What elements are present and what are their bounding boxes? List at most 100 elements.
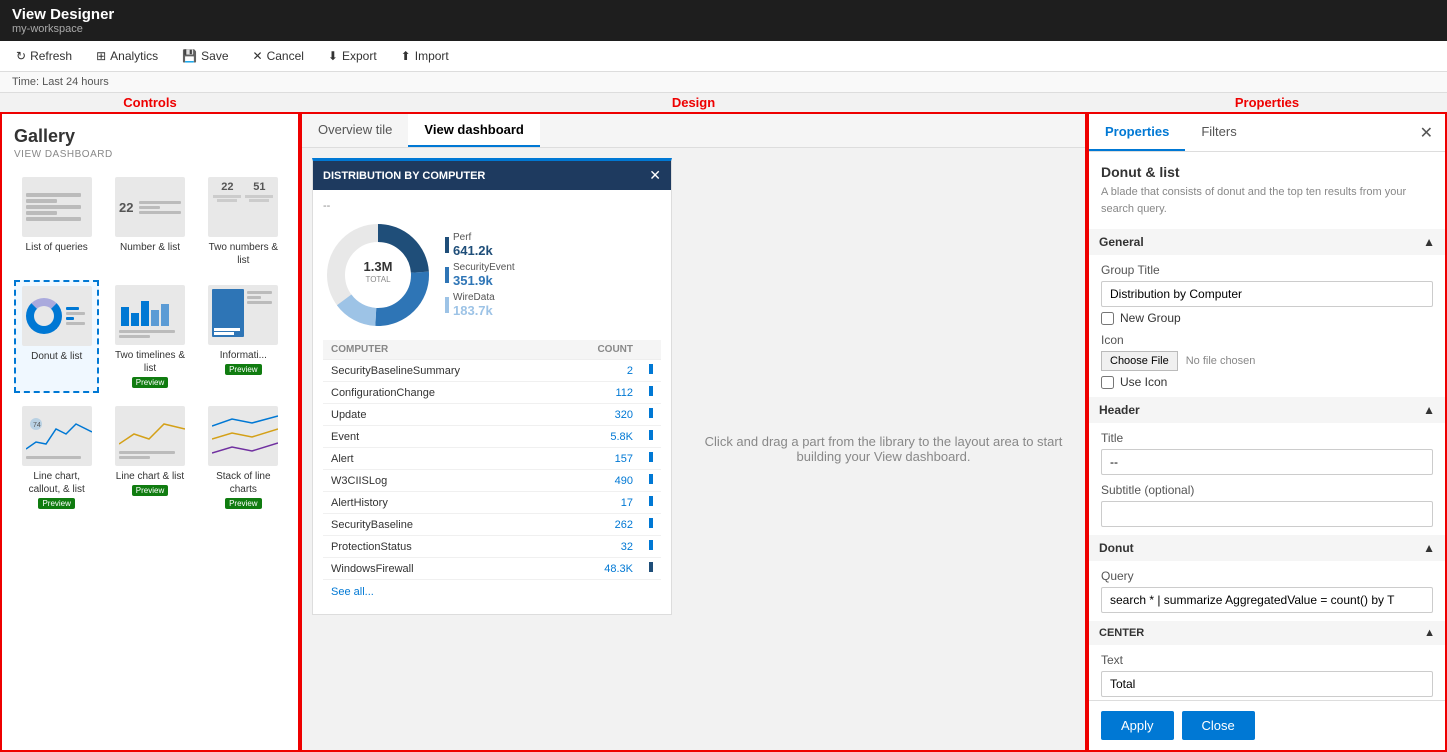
gallery-item-donut-list[interactable]: Donut & list <box>14 280 99 393</box>
gallery-item-two-timelines[interactable]: Two timelines & list Preview <box>107 280 192 393</box>
donut-list-icon <box>22 286 92 346</box>
cancel-icon: ✕ <box>253 49 263 63</box>
refresh-icon: ↻ <box>16 49 26 63</box>
line-callout-preview: Preview <box>38 498 74 509</box>
cell-count: 157 <box>558 448 641 470</box>
legend-bar-wire <box>445 297 449 313</box>
refresh-button[interactable]: ↻ Refresh <box>12 47 76 65</box>
donut-legend: Perf 641.2k SecurityEvent 351.9k <box>445 232 515 318</box>
save-icon: 💾 <box>182 49 197 63</box>
prop-close-button[interactable]: ✕ <box>1408 114 1445 151</box>
title-input[interactable] <box>1101 449 1433 475</box>
apply-button[interactable]: Apply <box>1101 711 1174 740</box>
export-button[interactable]: ⬇ Export <box>324 47 381 65</box>
number-list-label: Number & list <box>120 241 180 254</box>
gallery-grid: List of queries 22 Number & list <box>14 172 286 514</box>
subtitle-input[interactable] <box>1101 501 1433 527</box>
choose-file-button[interactable]: Choose File <box>1101 351 1178 371</box>
stack-lines-preview: Preview <box>225 498 261 509</box>
workspace-label: my-workspace <box>12 23 1435 35</box>
cell-computer: SecurityBaselineSummary <box>323 360 558 382</box>
empty-canvas: Click and drag a part from the library t… <box>682 148 1085 750</box>
line-list-icon <box>115 406 185 466</box>
gallery-item-line-list[interactable]: Line chart & list Preview <box>107 401 192 514</box>
cell-count: 32 <box>558 536 641 558</box>
tile-table: COMPUTER COUNT SecurityBaselineSummary 2… <box>323 340 661 580</box>
table-row: Event 5.8K <box>323 426 661 448</box>
design-area: DISTRIBUTION BY COMPUTER ✕ -- <box>302 148 1085 750</box>
design-tabs: Overview tile View dashboard <box>302 114 1085 148</box>
file-input-row: Choose File No file chosen <box>1101 351 1433 371</box>
svg-text:74: 74 <box>33 422 41 429</box>
line-callout-label: Line chart, callout, & list <box>19 470 94 496</box>
controls-panel: Gallery VIEW DASHBOARD List of queries 2… <box>0 112 300 752</box>
design-panel: Overview tile View dashboard DISTRIBUTIO… <box>300 112 1087 752</box>
prop-tab-filters[interactable]: Filters <box>1185 114 1252 151</box>
close-button[interactable]: Close <box>1182 711 1255 740</box>
new-group-checkbox[interactable] <box>1101 312 1114 325</box>
group-title-input[interactable] <box>1101 281 1433 307</box>
donut-container: 1.3M TOTAL <box>323 220 433 330</box>
legend-perf-info: Perf 641.2k <box>453 232 493 258</box>
prop-description: A blade that consists of donut and the t… <box>1101 184 1433 217</box>
gallery-item-two-numbers[interactable]: 22 51 Two numbers & list <box>201 172 286 272</box>
tab-dashboard[interactable]: View dashboard <box>408 114 539 147</box>
legend-bar-perf <box>445 237 449 253</box>
prop-tabs: Properties Filters ✕ <box>1089 114 1445 152</box>
toolbar: ↻ Refresh ⊞ Analytics 💾 Save ✕ Cancel ⬇ … <box>0 41 1447 72</box>
table-row: SecurityBaseline 262 <box>323 514 661 536</box>
properties-panel: Properties Filters ✕ Donut & list A blad… <box>1087 112 1447 752</box>
cell-count: 17 <box>558 492 641 514</box>
text-input[interactable] <box>1101 671 1433 697</box>
tile-close-button[interactable]: ✕ <box>649 167 661 184</box>
controls-label: Controls <box>0 93 300 112</box>
analytics-button[interactable]: ⊞ Analytics <box>92 47 162 65</box>
info-label: Informati... <box>220 349 267 362</box>
cell-computer: W3CIISLog <box>323 470 558 492</box>
number-list-icon: 22 <box>115 177 185 237</box>
cell-computer: AlertHistory <box>323 492 558 514</box>
query-label: Query <box>1101 569 1433 583</box>
analytics-icon: ⊞ <box>96 49 106 63</box>
no-file-text: No file chosen <box>1186 355 1256 367</box>
gallery-item-info[interactable]: Informati... Preview <box>201 280 286 393</box>
tab-overview[interactable]: Overview tile <box>302 114 408 147</box>
cell-count: 262 <box>558 514 641 536</box>
cell-computer: SecurityBaseline <box>323 514 558 536</box>
legend-security-info: SecurityEvent 351.9k <box>453 262 515 288</box>
line-list-preview: Preview <box>132 485 168 496</box>
export-icon: ⬇ <box>328 49 338 63</box>
cancel-button[interactable]: ✕ Cancel <box>249 47 308 65</box>
legend-perf: Perf 641.2k <box>445 232 515 258</box>
gallery-item-line-callout[interactable]: 74 Line chart, callout, & list Preview <box>14 401 99 514</box>
gallery-item-stack-lines[interactable]: Stack of line charts Preview <box>201 401 286 514</box>
distribution-tile: DISTRIBUTION BY COMPUTER ✕ -- <box>312 158 672 615</box>
two-numbers-icon: 22 51 <box>208 177 278 237</box>
cell-computer: Alert <box>323 448 558 470</box>
use-icon-checkbox[interactable] <box>1101 376 1114 389</box>
prop-tab-properties[interactable]: Properties <box>1089 114 1185 151</box>
info-icon <box>208 285 278 345</box>
cell-count: 112 <box>558 382 641 404</box>
gallery-item-number-list[interactable]: 22 Number & list <box>107 172 192 272</box>
header-group: Header ▲ <box>1089 397 1445 423</box>
table-row: W3CIISLog 490 <box>323 470 661 492</box>
save-button[interactable]: 💾 Save <box>178 47 232 65</box>
gallery-item-list-queries[interactable]: List of queries <box>14 172 99 272</box>
table-row: AlertHistory 17 <box>323 492 661 514</box>
gallery-title: Gallery <box>14 126 286 147</box>
subtitle-label: Subtitle (optional) <box>1101 483 1433 497</box>
donut-section: 1.3M TOTAL Perf 641.2k <box>323 220 661 330</box>
prop-footer: Apply Close <box>1089 700 1445 750</box>
design-label: Design <box>300 93 1087 112</box>
two-timelines-label: Two timelines & list <box>112 349 187 375</box>
table-row: SecurityBaselineSummary 2 <box>323 360 661 382</box>
query-input[interactable] <box>1101 587 1433 613</box>
donut-group: Donut ▲ <box>1089 535 1445 561</box>
legend-security: SecurityEvent 351.9k <box>445 262 515 288</box>
see-all-link[interactable]: See all... <box>323 580 661 604</box>
svg-text:1.3M: 1.3M <box>364 259 393 274</box>
import-button[interactable]: ⬆ Import <box>397 47 453 65</box>
legend-wire-info: WireData 183.7k <box>453 292 495 318</box>
line-list-label: Line chart & list <box>116 470 184 483</box>
